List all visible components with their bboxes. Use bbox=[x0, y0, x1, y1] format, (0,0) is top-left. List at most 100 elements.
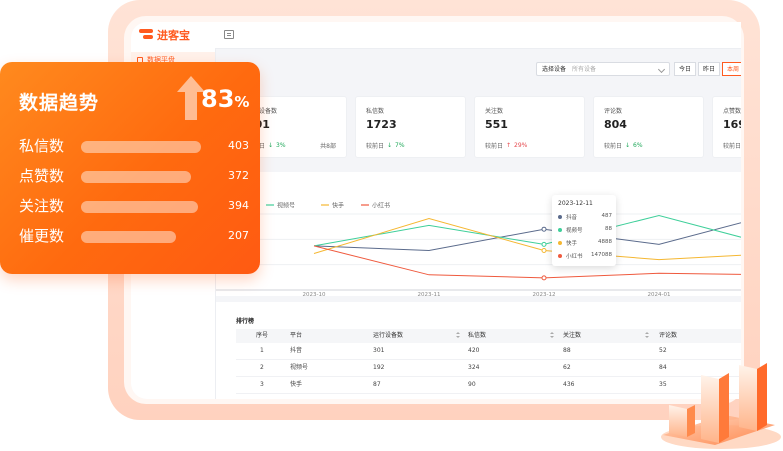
date-button-yesterday[interactable]: 昨日 bbox=[698, 62, 720, 76]
trend-row: 关注数 394 bbox=[19, 196, 249, 216]
table-cell: 192 bbox=[373, 364, 385, 371]
x-tick-label: 2023-10 bbox=[303, 292, 326, 296]
tooltip-date: 2023-12-11 bbox=[558, 200, 593, 207]
logo-text: 进客宝 bbox=[157, 29, 190, 42]
table-cell: 抖音 bbox=[290, 347, 303, 354]
tooltip-row: 快手 4888 bbox=[558, 238, 612, 248]
trend-row-value: 372 bbox=[228, 169, 249, 182]
trend-row-label: 关注数 bbox=[19, 197, 65, 215]
change-value: 6% bbox=[633, 142, 643, 149]
trend-row-label: 私信数 bbox=[19, 137, 65, 155]
trend-chart: 抖音视频号快手小红书2023-102023-112023-122024-0120… bbox=[206, 172, 741, 298]
tooltip-row: 抖音 487 bbox=[558, 212, 612, 222]
ranking-title: 排行榜 bbox=[236, 318, 255, 325]
series-line[interactable] bbox=[313, 214, 741, 251]
stat-card-follows: 关注数 551 较前日 ↑ 29% bbox=[474, 96, 585, 158]
arrow-down-icon: ↓ bbox=[387, 142, 393, 149]
stat-label: 关注数 bbox=[485, 108, 504, 115]
stat-compare: 较前日↓ bbox=[723, 141, 741, 150]
trend-row-bar bbox=[81, 231, 176, 243]
device-select[interactable]: 选择设备 所有设备 bbox=[536, 62, 670, 76]
trend-title: 数据趋势 bbox=[19, 92, 100, 114]
table-cell: 87 bbox=[373, 381, 381, 388]
chart-tooltip: 2023-12-11 抖音 487 视频号 88 快手 4888 小红书 147088 bbox=[552, 195, 616, 266]
arrow-up-icon: ↑ bbox=[506, 142, 512, 149]
stat-card-comments: 评论数 804 较前日 ↓ 6% bbox=[593, 96, 704, 158]
device-select-label: 选择设备 bbox=[542, 66, 567, 73]
table-header: 序号 平台 运行设备数 私信数 关注数 评论数 bbox=[236, 329, 741, 343]
stat-compare: 较前日 ↑ 29% bbox=[485, 141, 527, 150]
app-logo[interactable]: 进客宝 bbox=[139, 28, 190, 42]
date-button-today[interactable]: 今日 bbox=[674, 62, 696, 76]
series-dot-icon bbox=[558, 241, 562, 245]
header-platform: 平台 bbox=[290, 332, 303, 339]
table-cell: 436 bbox=[563, 381, 575, 388]
stat-label: 点赞数 bbox=[723, 108, 741, 115]
tooltip-series-name: 视频号 bbox=[566, 228, 583, 234]
legend-label[interactable]: 视频号 bbox=[277, 202, 295, 210]
stat-label: 私信数 bbox=[366, 108, 385, 115]
trend-row: 私信数 403 bbox=[19, 136, 249, 156]
menu-toggle-icon[interactable] bbox=[224, 30, 234, 39]
table-cell: 324 bbox=[468, 364, 480, 371]
date-button-week[interactable]: 本周 bbox=[722, 62, 741, 76]
trend-row-label: 催更数 bbox=[19, 227, 65, 245]
compare-label: 较前日 bbox=[723, 143, 741, 150]
trend-row-label: 点赞数 bbox=[19, 167, 65, 185]
table-cell: 3 bbox=[260, 381, 264, 388]
tooltip-series-value: 4888 bbox=[598, 239, 612, 245]
series-dot-icon bbox=[558, 228, 562, 232]
logo-icon bbox=[139, 29, 153, 41]
stat-label: 评论数 bbox=[604, 108, 623, 115]
tooltip-row: 小红书 147088 bbox=[558, 251, 612, 261]
trend-row: 催更数 207 bbox=[19, 226, 249, 246]
series-point[interactable] bbox=[541, 226, 547, 232]
trend-row-value: 394 bbox=[228, 199, 249, 212]
compare-label: 较前日 bbox=[485, 143, 504, 150]
trend-row-bar bbox=[81, 171, 191, 183]
tooltip-series-name: 小红书 bbox=[566, 254, 583, 260]
legend-label[interactable]: 快手 bbox=[332, 202, 344, 210]
tooltip-series-value: 88 bbox=[605, 226, 612, 232]
table-cell: 301 bbox=[373, 347, 385, 354]
legend-label[interactable]: 小红书 bbox=[372, 202, 390, 210]
filter-bar: 选择设备 所有设备 今日 昨日 本周 bbox=[216, 62, 741, 78]
table-cell: 视频号 bbox=[290, 364, 309, 371]
table-cell: 420 bbox=[468, 347, 480, 354]
trend-row-bar bbox=[81, 201, 198, 213]
change-value: 29% bbox=[514, 142, 528, 149]
header-index: 序号 bbox=[256, 332, 269, 339]
trend-percent: 83% bbox=[201, 85, 249, 113]
table-cell: 快手 bbox=[290, 381, 303, 388]
table-cell: 90 bbox=[468, 381, 476, 388]
series-line[interactable] bbox=[313, 215, 741, 247]
header-follows: 关注数 bbox=[563, 332, 582, 339]
stat-extra: 共8部 bbox=[320, 143, 336, 150]
stat-compare: 较前日 ↓ 6% bbox=[604, 141, 643, 150]
trend-row-value: 207 bbox=[228, 229, 249, 242]
table-cell: 1 bbox=[260, 347, 264, 354]
trend-percent-value: 83 bbox=[201, 85, 235, 113]
arrow-down-icon: ↓ bbox=[268, 142, 274, 149]
chevron-down-icon bbox=[657, 65, 666, 74]
series-point[interactable] bbox=[541, 247, 547, 253]
stat-card-messages: 私信数 1723 较前日 ↓ 7% bbox=[355, 96, 466, 158]
table-cell: 62 bbox=[563, 364, 571, 371]
table-cell: 88 bbox=[563, 347, 571, 354]
stat-value: 1723 bbox=[366, 118, 397, 131]
series-point[interactable] bbox=[541, 275, 547, 281]
stat-value: 1692 bbox=[723, 118, 741, 131]
top-bar: 进客宝 bbox=[131, 22, 741, 49]
bar-chart-decoration-icon bbox=[661, 363, 781, 449]
series-dot-icon bbox=[558, 254, 562, 258]
tooltip-series-value: 147088 bbox=[591, 252, 612, 258]
series-dot-icon bbox=[558, 215, 562, 219]
series-line[interactable] bbox=[313, 245, 741, 279]
line-chart-svg: 抖音视频号快手小红书2023-102023-112023-122024-0120… bbox=[206, 202, 741, 298]
tooltip-row: 视频号 88 bbox=[558, 225, 612, 235]
series-point[interactable] bbox=[541, 241, 547, 247]
change-value: 3% bbox=[276, 142, 286, 149]
stat-card-likes: 点赞数 1692 较前日↓ bbox=[712, 96, 741, 158]
trend-percent-unit: % bbox=[234, 93, 250, 111]
x-tick-label: 2023-12 bbox=[533, 292, 556, 296]
